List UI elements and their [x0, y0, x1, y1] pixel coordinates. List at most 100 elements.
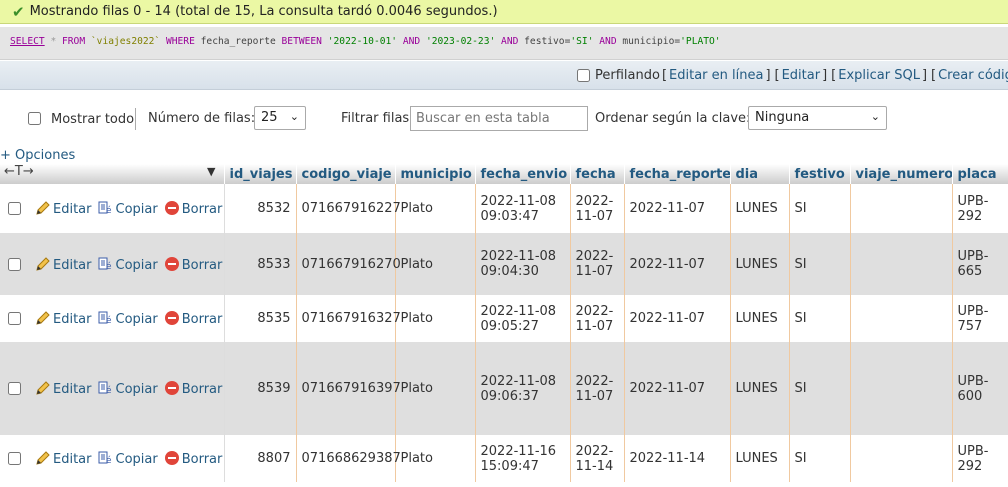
pencil-icon[interactable] [35, 256, 51, 272]
cell-fecha-reporte[interactable]: 2022-11-07 [624, 233, 731, 295]
row-select-checkbox[interactable] [8, 257, 21, 271]
pencil-icon[interactable] [35, 450, 51, 466]
cell-id-viajes[interactable]: 8535 [223, 295, 297, 342]
filter-rows-input[interactable]: Buscar en esta tabla [410, 106, 588, 131]
show-all-checkbox[interactable] [28, 112, 41, 125]
column-header-festivo[interactable]: festivo [789, 164, 851, 184]
cell-fecha-reporte[interactable]: 2022-11-07 [624, 295, 731, 342]
delete-row-button[interactable]: Borrar [182, 452, 223, 467]
cell-codigo-viaje[interactable]: 071668629387 [296, 435, 401, 482]
cell-fecha-reporte[interactable]: 2022-11-07 [624, 184, 731, 233]
sql-select-keyword[interactable]: SELECT [10, 36, 45, 47]
copy-row-button[interactable]: Copiar [116, 258, 158, 273]
cell-fecha-reporte[interactable]: 2022-11-07 [624, 342, 731, 435]
cell-viaje-numero[interactable] [850, 295, 953, 342]
column-header-viaje-numero[interactable]: viaje_numero [850, 164, 953, 184]
cell-codigo-viaje[interactable]: 071667916397 [296, 342, 401, 435]
copy-row-button[interactable]: Copiar [116, 382, 158, 397]
cell-viaje-numero[interactable] [850, 184, 953, 233]
delete-icon[interactable] [164, 310, 180, 326]
copy-icon[interactable]: é [98, 256, 114, 272]
cell-fecha[interactable]: 2022- 11-07 [570, 342, 625, 435]
cell-fecha-envio[interactable]: 2022-11-08 09:05:27 [475, 295, 571, 342]
cell-dia[interactable]: LUNES [730, 184, 790, 233]
edit-row-button[interactable]: Editar [53, 202, 92, 217]
sort-key-select[interactable]: Ninguna ⌄ [748, 106, 887, 130]
pencil-icon[interactable] [35, 380, 51, 396]
inline-edit-link[interactable]: Editar en línea [669, 68, 763, 83]
delete-icon[interactable] [164, 256, 180, 272]
cell-codigo-viaje[interactable]: 071667916270 [296, 233, 401, 295]
cell-festivo[interactable]: SI [789, 184, 851, 233]
cell-placa[interactable]: UPB- 665 [952, 233, 1008, 295]
cell-id-viajes[interactable]: 8807 [223, 435, 297, 482]
cell-festivo[interactable]: SI [789, 435, 851, 482]
cell-fecha[interactable]: 2022- 11-07 [570, 233, 625, 295]
explain-sql-link[interactable]: Explicar SQL [838, 68, 920, 83]
cell-municipio[interactable]: Plato [395, 435, 476, 482]
cell-fecha[interactable]: 2022- 11-14 [570, 435, 625, 482]
cell-codigo-viaje[interactable]: 071667916327 [296, 295, 401, 342]
row-select-checkbox[interactable] [8, 312, 21, 325]
cell-viaje-numero[interactable] [850, 233, 953, 295]
cell-fecha[interactable]: 2022- 11-07 [570, 184, 625, 233]
row-select-checkbox[interactable] [8, 382, 21, 395]
column-header-fecha-envio[interactable]: fecha_envio [475, 164, 571, 184]
edit-row-button[interactable]: Editar [53, 312, 92, 327]
copy-icon[interactable]: é [98, 380, 114, 396]
delete-row-button[interactable]: Borrar [182, 258, 223, 273]
column-header-codigo-viaje[interactable]: codigo_viaje [296, 164, 396, 184]
column-header-municipio[interactable]: municipio [395, 164, 476, 184]
cell-municipio[interactable]: Plato [395, 295, 476, 342]
rows-count-select[interactable]: 25 ⌄ [254, 106, 306, 130]
cell-fecha-envio[interactable]: 2022-11-08 09:03:47 [475, 184, 571, 233]
copy-icon[interactable]: é [98, 450, 114, 466]
cell-fecha-reporte[interactable]: 2022-11-14 [624, 435, 731, 482]
row-select-checkbox[interactable] [8, 452, 21, 465]
copy-icon[interactable]: é [98, 200, 114, 216]
cell-fecha-envio[interactable]: 2022-11-08 09:06:37 [475, 342, 571, 435]
cell-codigo-viaje[interactable]: 071667916227 [296, 184, 401, 233]
edit-row-button[interactable]: Editar [53, 452, 92, 467]
cell-placa[interactable]: UPB- 600 [952, 342, 1008, 435]
copy-row-button[interactable]: Copiar [116, 312, 158, 327]
cell-placa[interactable]: UPB- 292 [952, 184, 1008, 233]
cell-municipio[interactable]: Plato [395, 184, 476, 233]
delete-row-button[interactable]: Borrar [182, 202, 223, 217]
copy-row-button[interactable]: Copiar [116, 202, 158, 217]
cell-municipio[interactable]: Plato [395, 342, 476, 435]
delete-row-button[interactable]: Borrar [182, 382, 223, 397]
copy-icon[interactable]: é [98, 310, 114, 326]
cell-municipio[interactable]: Plato [395, 233, 476, 295]
cell-dia[interactable]: LUNES [730, 435, 790, 482]
cell-viaje-numero[interactable] [850, 342, 953, 435]
cell-placa[interactable]: UPB- 757 [952, 295, 1008, 342]
cell-viaje-numero[interactable] [850, 435, 953, 482]
cell-fecha-envio[interactable]: 2022-11-08 09:04:30 [475, 233, 571, 295]
options-toggle[interactable]: + Opciones [0, 148, 75, 163]
create-php-code-link[interactable]: Crear código PHP [938, 68, 1008, 83]
caret-down-icon[interactable]: ▼ [207, 165, 215, 178]
column-header-fecha-reporte[interactable]: fecha_reporte [624, 164, 731, 184]
cell-festivo[interactable]: SI [789, 295, 851, 342]
cell-id-viajes[interactable]: 8533 [223, 233, 297, 295]
delete-row-button[interactable]: Borrar [182, 312, 223, 327]
edit-row-button[interactable]: Editar [53, 382, 92, 397]
cell-dia[interactable]: LUNES [730, 233, 790, 295]
delete-icon[interactable] [164, 380, 180, 396]
cell-id-viajes[interactable]: 8539 [223, 342, 297, 435]
cell-fecha-envio[interactable]: 2022-11-16 15:09:47 [475, 435, 571, 482]
cell-dia[interactable]: LUNES [730, 342, 790, 435]
delete-icon[interactable] [164, 450, 180, 466]
profiling-checkbox[interactable] [577, 68, 590, 82]
cell-dia[interactable]: LUNES [730, 295, 790, 342]
copy-row-button[interactable]: Copiar [116, 452, 158, 467]
edit-query-link[interactable]: Editar [782, 68, 821, 83]
cell-placa[interactable]: UPB- 292 [952, 435, 1008, 482]
delete-icon[interactable] [164, 200, 180, 216]
cell-festivo[interactable]: SI [789, 342, 851, 435]
pencil-icon[interactable] [35, 200, 51, 216]
column-header-id-viajes[interactable]: id_viajes [224, 164, 297, 184]
pencil-icon[interactable] [35, 310, 51, 326]
cell-festivo[interactable]: SI [789, 233, 851, 295]
